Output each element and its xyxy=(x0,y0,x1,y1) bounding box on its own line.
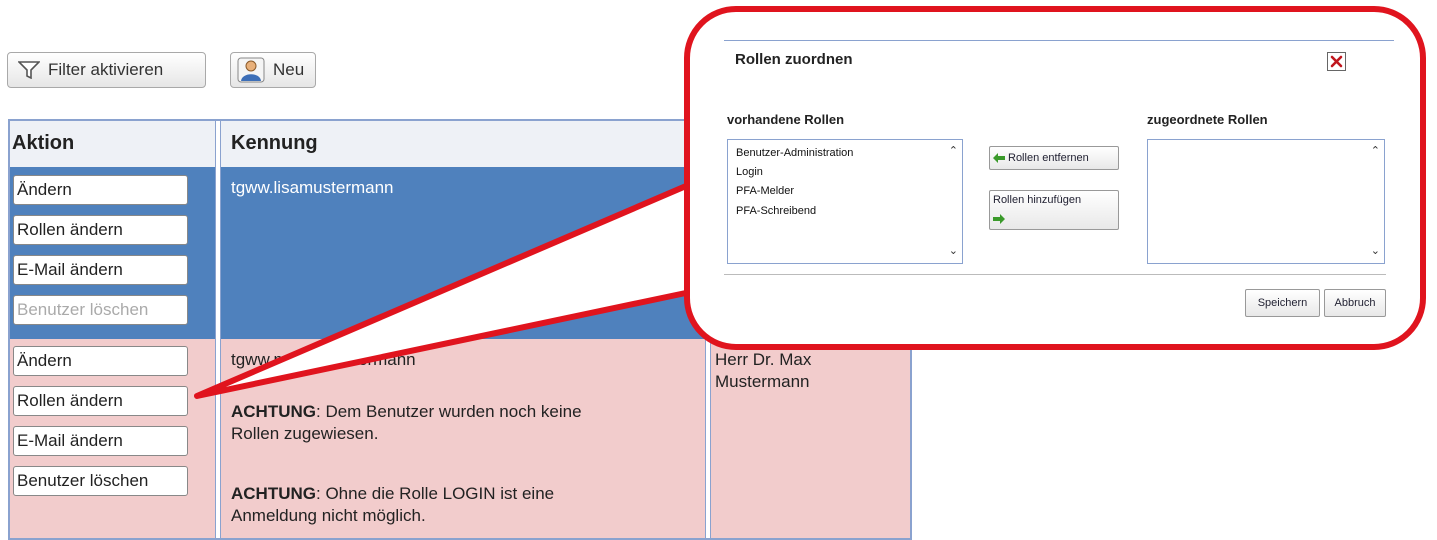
save-button[interactable]: Speichern xyxy=(1245,289,1320,317)
scroll-up-icon[interactable]: ⌃ xyxy=(949,144,958,157)
list-item[interactable]: PFA-Melder xyxy=(736,185,794,197)
available-roles-label: vorhandene Rollen xyxy=(727,112,845,127)
assigned-roles-list[interactable]: ⌃ ⌄ xyxy=(1147,139,1385,264)
list-item[interactable]: Login xyxy=(736,166,763,178)
available-roles-list[interactable]: Benutzer-Administration Login PFA-Melder… xyxy=(727,139,963,264)
dialog-divider xyxy=(724,274,1386,275)
list-item[interactable]: PFA-Schreibend xyxy=(736,205,816,217)
remove-roles-button[interactable]: Rollen entfernen xyxy=(989,146,1119,170)
add-roles-label: Rollen hinzufügen xyxy=(993,193,1082,206)
add-roles-button[interactable]: Rollen hinzufügen xyxy=(989,190,1119,230)
dialog-title: Rollen zuordnen xyxy=(735,51,853,68)
list-item[interactable]: Benutzer-Administration xyxy=(736,147,853,159)
assign-roles-dialog: Rollen zuordnen vorhandene Rollen zugeor… xyxy=(724,40,1394,317)
scroll-down-icon[interactable]: ⌄ xyxy=(1371,244,1380,257)
arrow-right-icon xyxy=(993,213,1005,224)
cancel-button[interactable]: Abbruch xyxy=(1324,289,1386,317)
arrow-left-icon xyxy=(993,153,1005,163)
remove-roles-label: Rollen entfernen xyxy=(1008,152,1089,164)
close-button[interactable] xyxy=(1327,52,1346,71)
scroll-down-icon[interactable]: ⌄ xyxy=(949,244,958,257)
close-icon xyxy=(1330,55,1343,68)
assigned-roles-label: zugeordnete Rollen xyxy=(1147,112,1268,127)
scroll-up-icon[interactable]: ⌃ xyxy=(1371,144,1380,157)
